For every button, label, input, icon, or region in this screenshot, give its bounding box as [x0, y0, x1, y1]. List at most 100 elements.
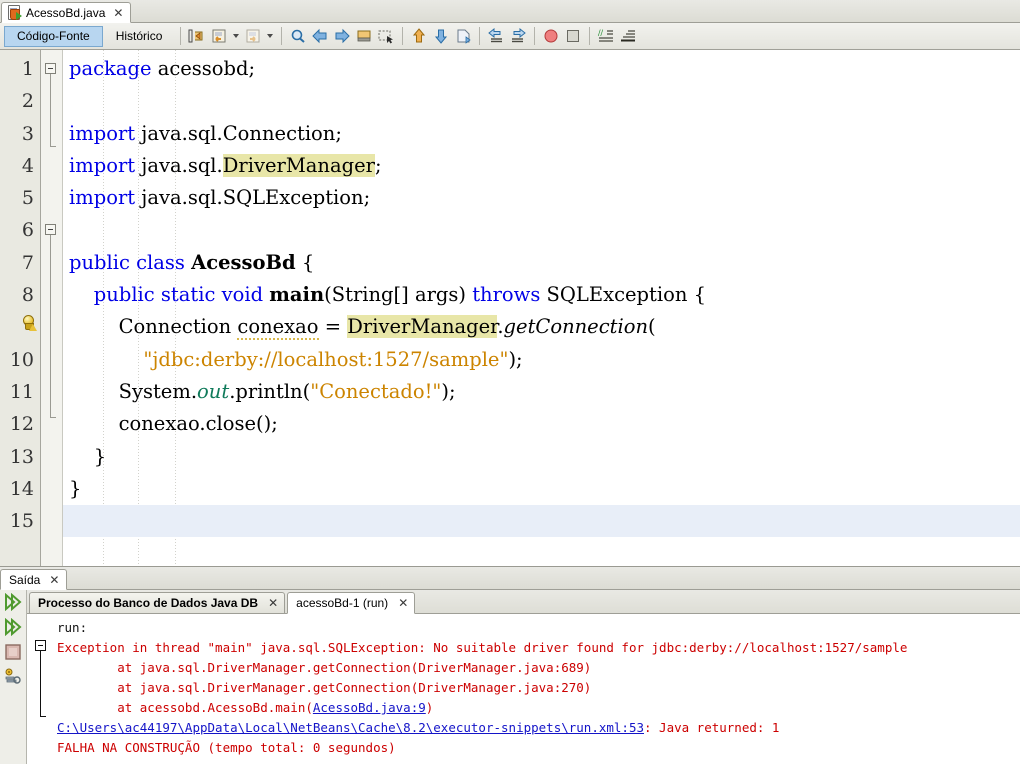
code-line[interactable]: [63, 214, 1020, 246]
document-tab-bar: AcessoBd.java ✕: [0, 0, 1020, 23]
rerun-alt-icon[interactable]: [3, 617, 23, 638]
document-tab-label: AcessoBd.java: [26, 5, 106, 20]
lightbulb-warning-icon[interactable]: [21, 315, 37, 332]
netbeans-ide-window: AcessoBd.java ✕ Código-Fonte Histórico /…: [0, 0, 1020, 764]
console-fold-line: [40, 651, 41, 716]
toolbar-separator: [534, 27, 536, 45]
output-tab-acessobd-run[interactable]: acessoBd-1 (run) ✕: [287, 592, 416, 614]
output-tab-row: Processo do Banco de Dados Java DB ✕ ace…: [27, 590, 1020, 614]
close-icon[interactable]: ✕: [110, 7, 123, 19]
code-line[interactable]: conexao.close();: [63, 408, 1020, 440]
fold-line-imports: [50, 74, 51, 146]
console-line: FALHA NA CONSTRUÇÃO (tempo total: 0 segu…: [57, 740, 396, 755]
document-tab-acessobd-java[interactable]: AcessoBd.java ✕: [1, 2, 132, 23]
close-icon[interactable]: ✕: [46, 574, 59, 586]
line-number[interactable]: 10: [0, 344, 40, 376]
editor-toolbar: Código-Fonte Histórico //: [0, 23, 1020, 50]
toggle-rectangular-selection-icon[interactable]: [186, 25, 208, 47]
output-window-tab-saida[interactable]: Saída ✕: [0, 569, 68, 590]
console-text: run: Exception in thread "main" java.sql.…: [57, 618, 1020, 764]
code-line[interactable]: import java.sql.SQLException;: [63, 182, 1020, 214]
close-icon[interactable]: ✕: [395, 597, 408, 609]
code-line[interactable]: Connection conexao = DriverManager.getCo…: [63, 311, 1020, 343]
output-window-tab-label: Saída: [9, 572, 41, 587]
line-number[interactable]: 15: [0, 505, 40, 537]
shift-line-left-icon[interactable]: [485, 25, 507, 47]
console-line: at java.sql.DriverManager.getConnection(…: [57, 660, 592, 675]
editor-fold-column[interactable]: [41, 50, 63, 566]
goto-declaration-icon[interactable]: [452, 25, 474, 47]
line-number[interactable]: 4: [0, 150, 40, 182]
stop-macro-recording-icon[interactable]: [562, 25, 584, 47]
fold-toggle-imports[interactable]: [45, 63, 56, 74]
line-number[interactable]: 8: [0, 279, 40, 311]
rerun-icon[interactable]: [3, 592, 23, 613]
output-side-toolbar: [0, 590, 27, 764]
console-fold-toggle[interactable]: [35, 640, 46, 651]
tab-codigo-fonte[interactable]: Código-Fonte: [4, 25, 103, 47]
line-number[interactable]: 7: [0, 247, 40, 279]
toggle-rectangular-icon[interactable]: [375, 25, 397, 47]
start-macro-recording-icon[interactable]: [540, 25, 562, 47]
line-number[interactable]: 11: [0, 376, 40, 408]
editor-code-area[interactable]: package acessobd; import java.sql.Connec…: [63, 50, 1020, 566]
next-bookmark-icon[interactable]: [331, 25, 353, 47]
output-window-tab-bar: Saída ✕: [0, 567, 1020, 590]
console-line[interactable]: at acessobd.AcessoBd.main(AcessoBd.java:…: [57, 698, 1020, 718]
stop-icon[interactable]: [3, 643, 23, 663]
line-number[interactable]: 12: [0, 408, 40, 440]
line-number[interactable]: 14: [0, 473, 40, 505]
code-line[interactable]: import java.sql.Connection;: [63, 118, 1020, 150]
fold-line-main: [50, 235, 51, 417]
code-line[interactable]: package acessobd;: [63, 53, 1020, 85]
fold-end-imports: [50, 146, 56, 147]
next-error-icon[interactable]: [430, 25, 452, 47]
code-line[interactable]: public static void main(String[] args) t…: [63, 279, 1020, 311]
code-line[interactable]: }: [63, 441, 1020, 473]
svg-text://: //: [597, 28, 604, 38]
previous-bookmark-icon[interactable]: [309, 25, 331, 47]
settings-icon[interactable]: [3, 668, 23, 688]
line-number[interactable]: [0, 311, 40, 343]
find-selection-icon[interactable]: [287, 25, 309, 47]
build-file-link[interactable]: C:\Users\ac44197\AppData\Local\NetBeans\…: [57, 720, 644, 735]
code-line[interactable]: import java.sql.DriverManager;: [63, 150, 1020, 182]
toolbar-separator: [180, 27, 182, 45]
previous-error-icon[interactable]: [408, 25, 430, 47]
uncomment-icon[interactable]: [617, 25, 639, 47]
forward-edit-icon[interactable]: [242, 25, 264, 47]
toolbar-separator: [479, 27, 481, 45]
line-number[interactable]: 13: [0, 441, 40, 473]
code-line[interactable]: }: [63, 473, 1020, 505]
shift-line-right-icon[interactable]: [507, 25, 529, 47]
stacktrace-link[interactable]: AcessoBd.java:9: [313, 700, 426, 715]
fold-end-main: [50, 417, 56, 418]
comment-icon[interactable]: //: [595, 25, 617, 47]
code-line[interactable]: [63, 85, 1020, 117]
tab-historico[interactable]: Histórico: [103, 26, 176, 47]
toggle-bookmark-icon[interactable]: [353, 25, 375, 47]
tab-codigo-fonte-label: Código-Fonte: [17, 29, 90, 43]
forward-edit-dropdown-icon[interactable]: [264, 25, 276, 47]
line-number[interactable]: 5: [0, 182, 40, 214]
code-editor[interactable]: 1 2 3 4 5 6 7 8 10 11 12 13 14 15 package acessobd; i…: [0, 50, 1020, 567]
output-tab-db-process[interactable]: Processo do Banco de Dados Java DB ✕: [29, 592, 286, 614]
code-line[interactable]: "jdbc:derby://localhost:1527/sample");: [63, 344, 1020, 376]
line-number[interactable]: 1: [0, 53, 40, 85]
editor-line-number-gutter[interactable]: 1 2 3 4 5 6 7 8 10 11 12 13 14 15: [0, 50, 41, 566]
output-console[interactable]: run: Exception in thread "main" java.sql.…: [27, 614, 1020, 764]
last-edit-icon[interactable]: [208, 25, 230, 47]
java-file-icon: [7, 5, 22, 20]
line-number[interactable]: 6: [0, 214, 40, 246]
line-number[interactable]: 2: [0, 85, 40, 117]
output-main: Processo do Banco de Dados Java DB ✕ ace…: [27, 590, 1020, 764]
last-edit-dropdown-icon[interactable]: [230, 25, 242, 47]
fold-toggle-main[interactable]: [45, 224, 56, 235]
code-line[interactable]: [63, 505, 1020, 538]
line-number[interactable]: 3: [0, 118, 40, 150]
code-line[interactable]: System.out.println("Conectado!");: [63, 376, 1020, 408]
code-line[interactable]: public class AcessoBd {: [63, 247, 1020, 279]
close-icon[interactable]: ✕: [265, 597, 278, 609]
console-line[interactable]: C:\Users\ac44197\AppData\Local\NetBeans\…: [57, 718, 1020, 738]
console-line: run:: [57, 620, 88, 635]
